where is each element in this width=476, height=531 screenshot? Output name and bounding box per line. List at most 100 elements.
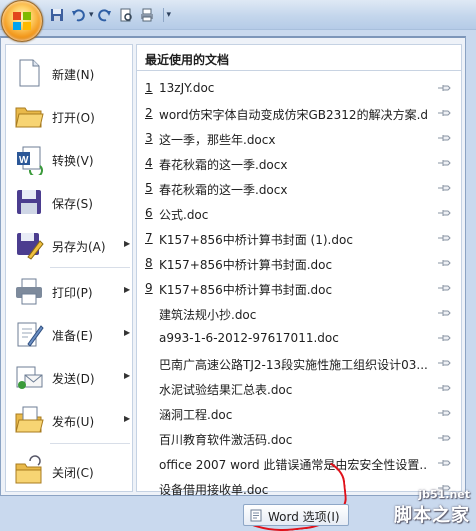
recent-document-item[interactable]: 5 春花秋霜的这一季.docx	[137, 176, 461, 201]
submenu-arrow-icon: ▶	[124, 328, 131, 337]
pin-icon[interactable]	[437, 233, 451, 243]
pin-icon[interactable]	[437, 383, 451, 393]
recent-documents-heading: 最近使用的文档	[137, 45, 461, 71]
recent-document-item[interactable]: 百川教育软件激活码.doc	[137, 426, 461, 451]
recent-document-number: 8	[145, 256, 153, 270]
recent-document-name: 春花秋霜的这一季.docx	[159, 183, 288, 197]
new-document-icon	[19, 59, 40, 87]
recent-documents-pane: 最近使用的文档 1 13zJY.doc 2 word仿宋字体自动变成仿宋GB2312的…	[136, 44, 462, 497]
recent-document-item[interactable]: 7 K157+856中桥计算书封面 (1).doc	[137, 226, 461, 251]
recent-document-item[interactable]: 1 13zJY.doc	[137, 76, 461, 101]
prepare-icon	[17, 322, 44, 347]
recent-document-name: 公式.doc	[159, 208, 209, 222]
recent-document-number: 2	[145, 106, 153, 120]
pin-icon[interactable]	[437, 83, 451, 93]
pin-icon[interactable]	[437, 258, 451, 268]
quick-access-toolbar: ▾ ▾	[48, 5, 173, 25]
office-logo-icon	[13, 12, 31, 30]
recent-document-item[interactable]: 8 K157+856中桥计算书封面.doc	[137, 251, 461, 276]
pin-icon[interactable]	[437, 108, 451, 118]
save-command[interactable]: 保存(S)	[6, 182, 132, 222]
pin-icon[interactable]	[437, 183, 451, 193]
command-list: 新建(N) 打开(O) W 转换(V) 保存(S) 另存为(A) ▶ 打印(P)…	[5, 44, 133, 492]
send-command[interactable]: 发送(D) ▶	[6, 357, 132, 397]
open-command[interactable]: 打开(O)	[6, 96, 132, 136]
close-command[interactable]: 关闭(C)	[6, 451, 132, 491]
open-folder-icon	[15, 107, 44, 128]
send-icon	[16, 366, 43, 389]
undo-icon[interactable]	[69, 6, 87, 24]
recent-document-item[interactable]: 涵洞工程.doc	[137, 401, 461, 426]
recent-document-number: 3	[145, 131, 153, 145]
customize-toolbar-icon[interactable]: ▾	[167, 10, 172, 20]
save-as-command[interactable]: 另存为(A) ▶	[6, 225, 132, 265]
convert-icon: W	[17, 146, 43, 175]
recent-document-name: 涵洞工程.doc	[159, 408, 233, 422]
recent-document-item[interactable]: 4 春花秋霜的这一季.docx	[137, 151, 461, 176]
recent-document-name: K157+856中桥计算书封面.doc	[159, 258, 333, 272]
toolbar-separator	[162, 8, 164, 22]
recent-document-number: 4	[145, 156, 153, 170]
convert-command[interactable]: W 转换(V)	[6, 139, 132, 179]
recent-document-name: 13zJY.doc	[159, 81, 215, 95]
recent-document-name: K157+856中桥计算书封面.doc	[159, 283, 333, 297]
pin-icon[interactable]	[437, 458, 451, 468]
watermark-site: jb51.net	[418, 488, 470, 501]
recent-document-item[interactable]: 水泥试验结果汇总表.doc	[137, 376, 461, 401]
pin-icon[interactable]	[437, 433, 451, 443]
submenu-arrow-icon: ▶	[124, 414, 131, 423]
pin-icon[interactable]	[437, 133, 451, 143]
pin-icon[interactable]	[437, 158, 451, 168]
prepare-command[interactable]: 准备(E) ▶	[6, 314, 132, 354]
recent-document-number: 5	[145, 181, 153, 195]
pin-icon[interactable]	[437, 308, 451, 318]
svg-text:W: W	[19, 155, 29, 166]
options-icon	[250, 509, 262, 522]
recent-document-item[interactable]: 6 公式.doc	[137, 201, 461, 226]
recent-document-name: 建筑法规小抄.doc	[159, 308, 257, 322]
recent-document-number: 6	[145, 206, 153, 220]
pin-icon[interactable]	[437, 358, 451, 368]
close-folder-icon	[15, 455, 42, 484]
save-as-icon	[17, 233, 44, 260]
word-options-label: Word 选项(I)	[268, 510, 340, 524]
watermark: jb51.net 脚本之家	[394, 488, 470, 527]
recent-document-name: 春花秋霜的这一季.docx	[159, 158, 288, 172]
publish-command[interactable]: 发布(U) ▶	[6, 400, 132, 440]
recent-document-item[interactable]: 9 K157+856中桥计算书封面.doc	[137, 276, 461, 301]
word-options-button[interactable]: Word 选项(I)	[243, 504, 349, 526]
recent-document-number: 1	[145, 81, 153, 95]
save-icon[interactable]	[48, 6, 66, 24]
recent-document-number: 9	[145, 281, 153, 295]
recent-document-item[interactable]: 建筑法规小抄.doc	[137, 301, 461, 326]
publish-icon	[15, 406, 44, 433]
print-icon[interactable]	[138, 6, 156, 24]
recent-document-item[interactable]: 2 word仿宋字体自动变成仿宋GB2312的解决方案.d...	[137, 101, 461, 126]
save-icon	[17, 190, 41, 214]
print-preview-icon[interactable]	[117, 6, 135, 24]
submenu-arrow-icon: ▶	[124, 239, 131, 248]
pin-icon[interactable]	[437, 408, 451, 418]
watermark-brand: 脚本之家	[394, 505, 470, 526]
recent-document-item[interactable]: a993-1-6-2012-97617011.doc	[137, 326, 461, 351]
menu-divider	[50, 443, 130, 444]
recent-document-item[interactable]: 巴南广高速公路TJ2-13段实施性施工组织设计03....	[137, 351, 461, 376]
undo-dropdown-icon[interactable]: ▾	[89, 10, 94, 20]
new-command[interactable]: 新建(N)	[6, 53, 132, 93]
pin-icon[interactable]	[437, 208, 451, 218]
redo-icon[interactable]	[96, 6, 114, 24]
recent-document-number: 7	[145, 231, 153, 245]
recent-document-name: a993-1-6-2012-97617011.doc	[159, 331, 339, 345]
print-command[interactable]: 打印(P) ▶	[6, 271, 132, 311]
pin-icon[interactable]	[437, 283, 451, 293]
pin-icon[interactable]	[437, 333, 451, 343]
submenu-arrow-icon: ▶	[124, 371, 131, 380]
office-menu: 新建(N) 打开(O) W 转换(V) 保存(S) 另存为(A) ▶ 打印(P)…	[0, 36, 466, 497]
recent-document-name: 巴南广高速公路TJ2-13段实施性施工组织设计03....	[159, 358, 427, 372]
print-icon	[16, 278, 42, 305]
office-button[interactable]	[1, 0, 43, 42]
menu-divider	[50, 267, 130, 268]
recent-document-item[interactable]: 3 这一季，那些年.docx	[137, 126, 461, 151]
recent-document-name: 这一季，那些年.docx	[159, 133, 276, 147]
recent-document-name: 水泥试验结果汇总表.doc	[159, 383, 293, 397]
